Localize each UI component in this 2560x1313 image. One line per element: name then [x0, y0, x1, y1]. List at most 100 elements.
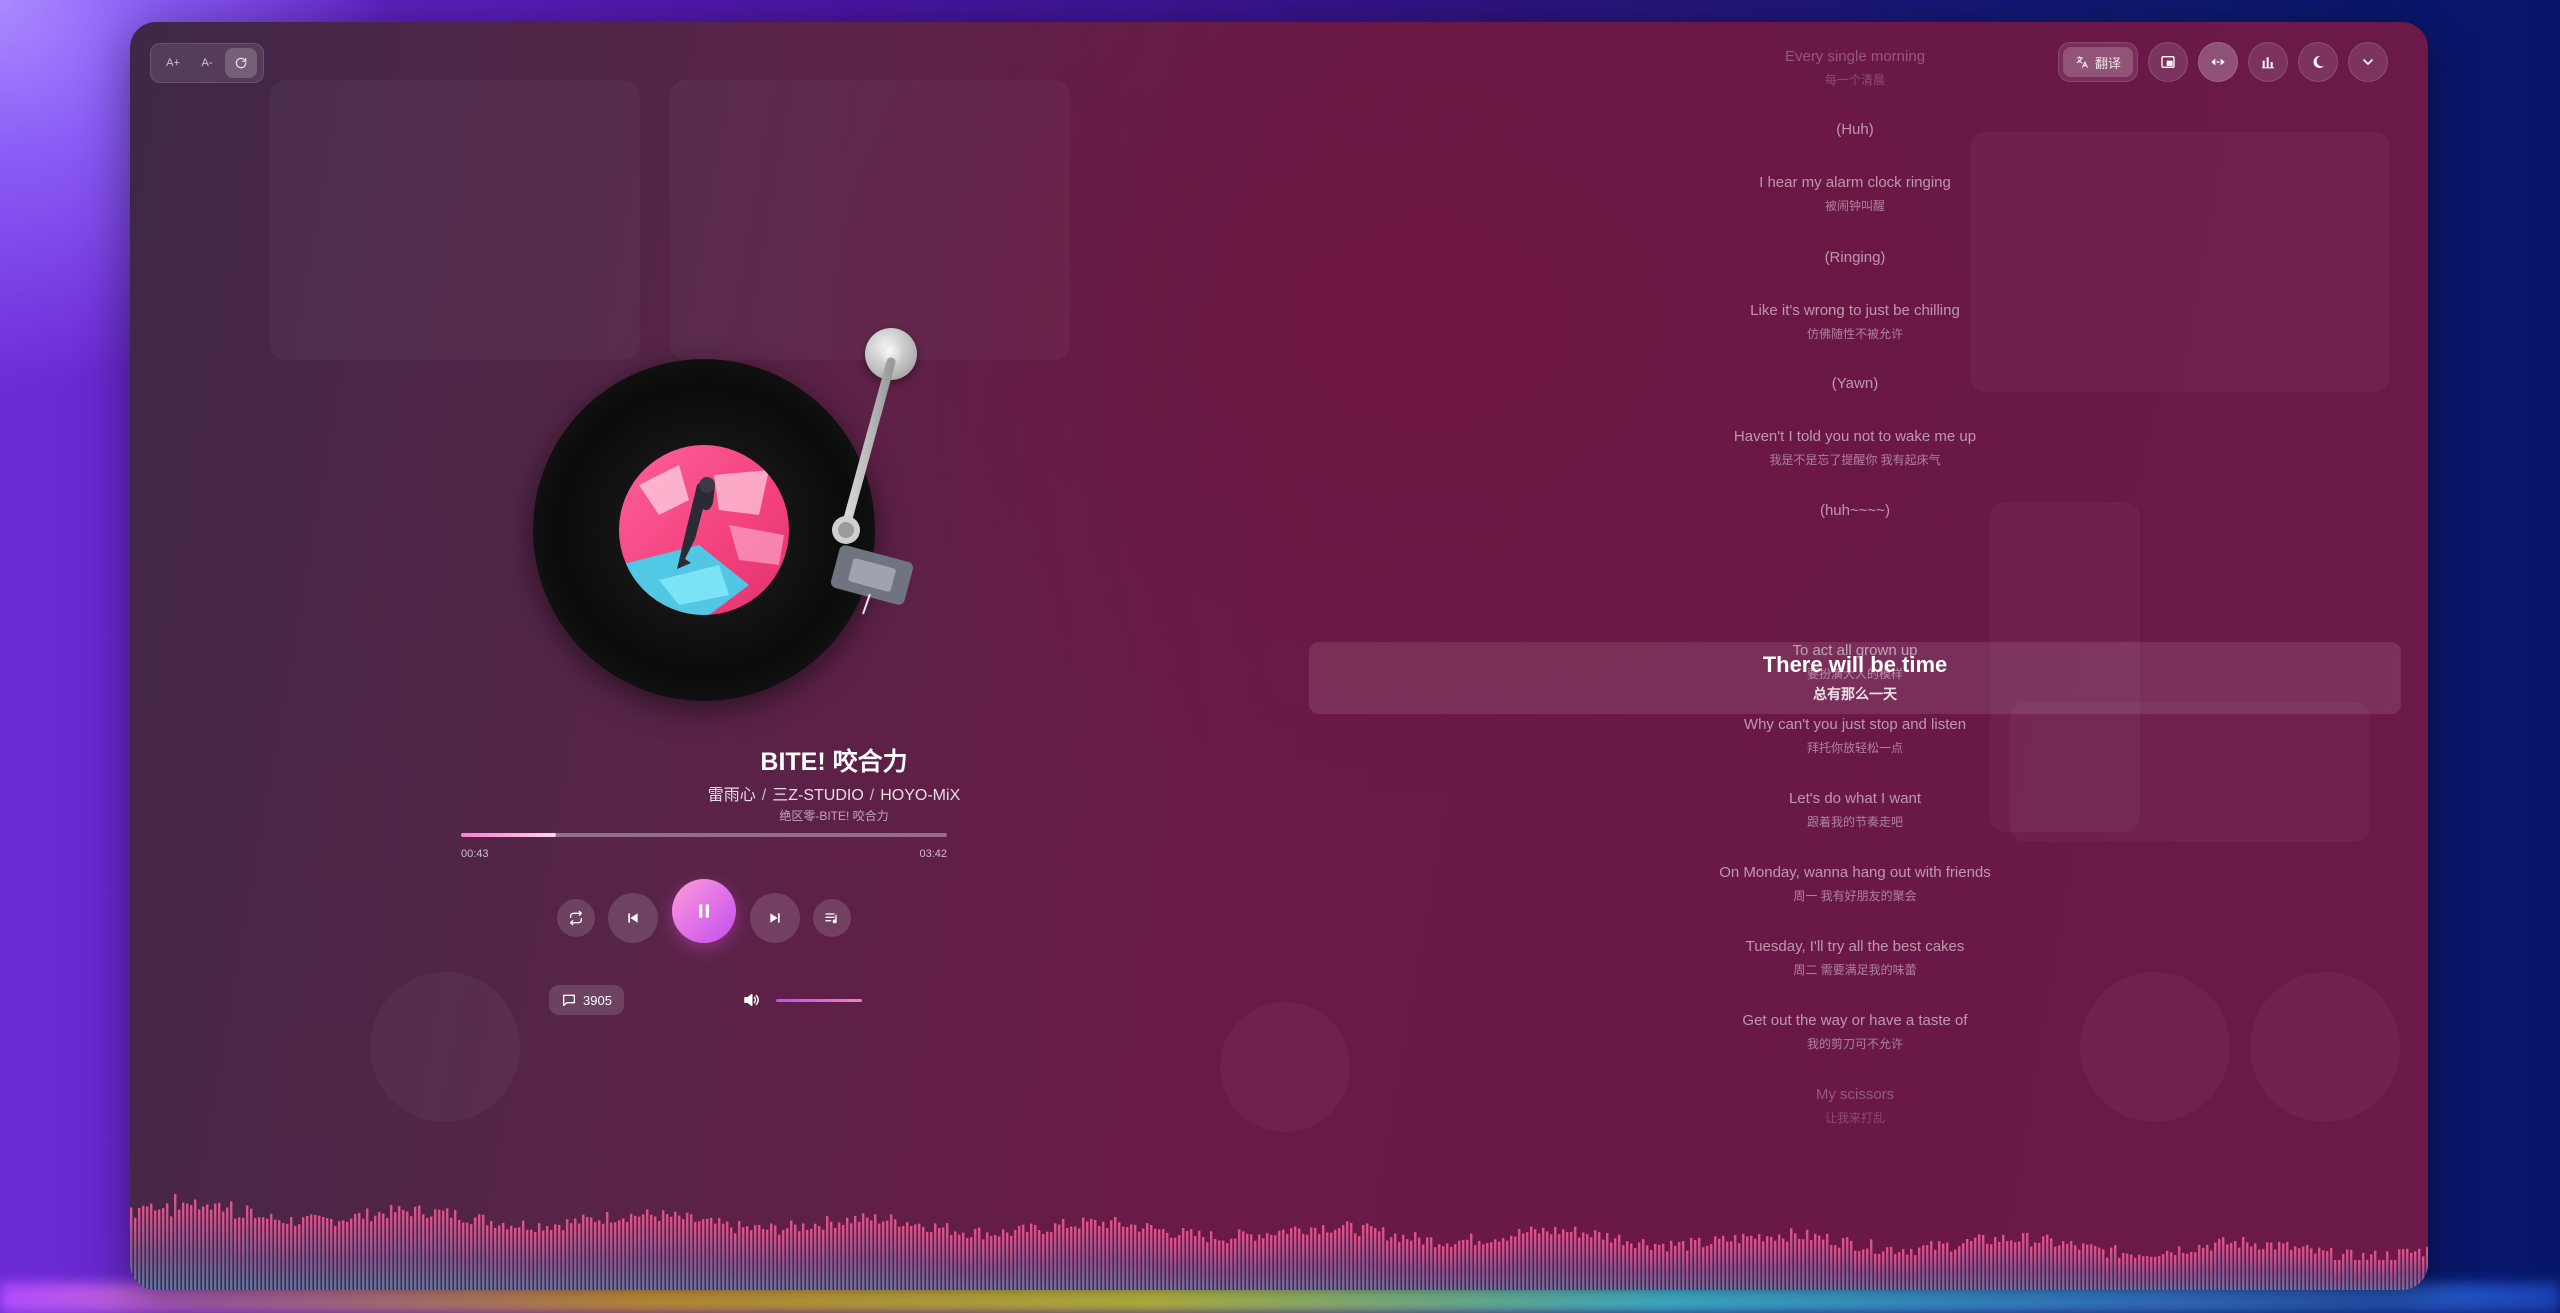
visualizer-bar: [850, 1223, 853, 1290]
visualizer-bar: [646, 1209, 649, 1290]
visualizer-bar: [1402, 1234, 1405, 1290]
visualizer-bar: [446, 1208, 449, 1290]
visualizer-bar: [294, 1225, 297, 1290]
visualizer-bar: [1282, 1229, 1285, 1290]
visualizer-bar: [1834, 1245, 1837, 1290]
visualizer-bar: [1146, 1223, 1149, 1290]
visualizer-bar: [1186, 1230, 1189, 1290]
visualizer-bar: [1818, 1235, 1821, 1290]
visualizer-bar: [530, 1229, 533, 1290]
visualizer-bar: [1854, 1250, 1857, 1290]
lyric-line[interactable]: My scissors 让我来打乱: [1310, 1086, 2400, 1126]
visualizer-bar: [1070, 1226, 1073, 1290]
repeat-button[interactable]: [557, 899, 595, 937]
comments-button[interactable]: 3905: [549, 985, 624, 1015]
visualizer-bar: [1502, 1238, 1505, 1290]
visualizer-bar: [2254, 1243, 2257, 1290]
lyric-line[interactable]: (huh~~~~): [1310, 502, 2400, 519]
visualizer-bar: [890, 1214, 893, 1290]
lyric-line[interactable]: Like it's wrong to just be chilling 仿佛随性不…: [1310, 302, 2400, 342]
progress-bar[interactable]: [461, 833, 947, 837]
previous-button[interactable]: [608, 893, 658, 943]
skip-previous-icon: [628, 913, 638, 923]
visualizer-bar: [954, 1231, 957, 1290]
lyric-line[interactable]: (Huh): [1310, 121, 2400, 138]
lyric-translation: 我的剪刀可不允许: [1806, 1037, 1903, 1051]
lyric-line[interactable]: On Monday, wanna hang out with friends 周一…: [1310, 864, 2400, 904]
visualizer-bar: [1954, 1249, 1957, 1290]
lyric-line[interactable]: Tuesday, I'll try all the best cakes 周二 需…: [1310, 938, 2400, 978]
playlist-button[interactable]: [813, 899, 851, 937]
visualizer-bar: [1290, 1228, 1293, 1290]
next-button[interactable]: [750, 893, 800, 943]
lyric-line[interactable]: Every single morning 每一个清晨: [1310, 48, 2400, 88]
artist-name[interactable]: HOYO-MiX: [880, 787, 960, 804]
visualizer-bar: [830, 1221, 833, 1290]
lyric-line[interactable]: Let's do what I want 跟着我的节奏走吧: [1310, 790, 2400, 830]
visualizer-bar: [986, 1232, 989, 1290]
visualizer-bar: [1082, 1217, 1085, 1290]
visualizer-bar: [1662, 1243, 1665, 1290]
artist-name[interactable]: 三Z-STUDIO: [772, 787, 864, 804]
audio-visualizer: [130, 1194, 2428, 1290]
visualizer-bar: [1182, 1228, 1185, 1290]
play-pause-button[interactable]: [672, 879, 736, 943]
album-name[interactable]: 绝区零-BITE! 咬合力: [530, 807, 1138, 824]
visualizer-bar: [1270, 1234, 1273, 1290]
volume-slider[interactable]: [776, 999, 862, 1002]
visualizer-bar: [1886, 1247, 1889, 1290]
lyric-line[interactable]: To act all grown up 要扮演大人的模样: [1310, 642, 2400, 682]
artist-name[interactable]: 雷雨心: [708, 787, 756, 804]
visualizer-bar: [2398, 1249, 2401, 1290]
visualizer-bar: [778, 1234, 781, 1290]
volume-icon[interactable]: [742, 991, 760, 1009]
visualizer-bar: [2410, 1252, 2413, 1290]
visualizer-bar: [2162, 1254, 2165, 1290]
visualizer-bar: [1334, 1229, 1337, 1290]
lyric-line[interactable]: Haven't I told you not to wake me up 我是不是…: [1310, 428, 2400, 468]
visualizer-bar: [1230, 1238, 1233, 1290]
visualizer-bar: [334, 1225, 337, 1290]
font-decrease-button[interactable]: A-: [191, 48, 223, 78]
visualizer-bar: [2014, 1242, 2017, 1290]
visualizer-bar: [1038, 1230, 1041, 1290]
lyric-line[interactable]: (Yawn): [1310, 375, 2400, 392]
visualizer-bar: [1926, 1245, 1929, 1290]
visualizer-bar: [2222, 1237, 2225, 1290]
visualizer-bar: [2066, 1243, 2069, 1290]
visualizer-bar: [1142, 1228, 1145, 1290]
lyric-line[interactable]: (Ringing): [1310, 249, 2400, 266]
visualizer-bar: [2366, 1259, 2369, 1290]
playlist-icon: [825, 913, 837, 924]
lyric-line[interactable]: I hear my alarm clock ringing 被闹钟叫醒: [1310, 174, 2400, 214]
visualizer-bar: [2302, 1246, 2305, 1290]
lyric-text: My scissors: [1815, 1086, 1895, 1103]
visualizer-bar: [1298, 1228, 1301, 1290]
font-increase-button[interactable]: A+: [157, 48, 189, 78]
visualizer-bar: [886, 1220, 889, 1290]
visualizer-bar: [2018, 1241, 2021, 1290]
visualizer-bar: [1058, 1224, 1061, 1290]
visualizer-bar: [1986, 1243, 1989, 1290]
visualizer-bar: [426, 1218, 429, 1290]
lyric-line[interactable]: Why can't you just stop and listen 拜托你放轻松…: [1310, 716, 2400, 756]
visualizer-bar: [2322, 1250, 2325, 1290]
visualizer-bar: [598, 1220, 601, 1290]
visualizer-bar: [554, 1224, 557, 1290]
visualizer-bar: [1594, 1230, 1597, 1290]
visualizer-bar: [566, 1219, 569, 1290]
visualizer-bar: [502, 1222, 505, 1290]
lyric-text: Get out the way or have a taste of: [1742, 1012, 1968, 1029]
visualizer-bar: [2234, 1240, 2237, 1290]
visualizer-bar: [1098, 1226, 1101, 1290]
visualizer-bar: [1322, 1225, 1325, 1290]
visualizer-bar: [1254, 1240, 1257, 1290]
visualizer-bar: [470, 1224, 473, 1290]
visualizer-bar: [150, 1203, 153, 1290]
visualizer-bar: [2422, 1256, 2425, 1290]
visualizer-bar: [450, 1217, 453, 1290]
visualizer-bar: [2378, 1260, 2381, 1290]
lyric-line[interactable]: Get out the way or have a taste of 我的剪刀可不…: [1310, 1012, 2400, 1052]
reset-font-button[interactable]: [225, 48, 257, 78]
visualizer-bar: [242, 1217, 245, 1290]
